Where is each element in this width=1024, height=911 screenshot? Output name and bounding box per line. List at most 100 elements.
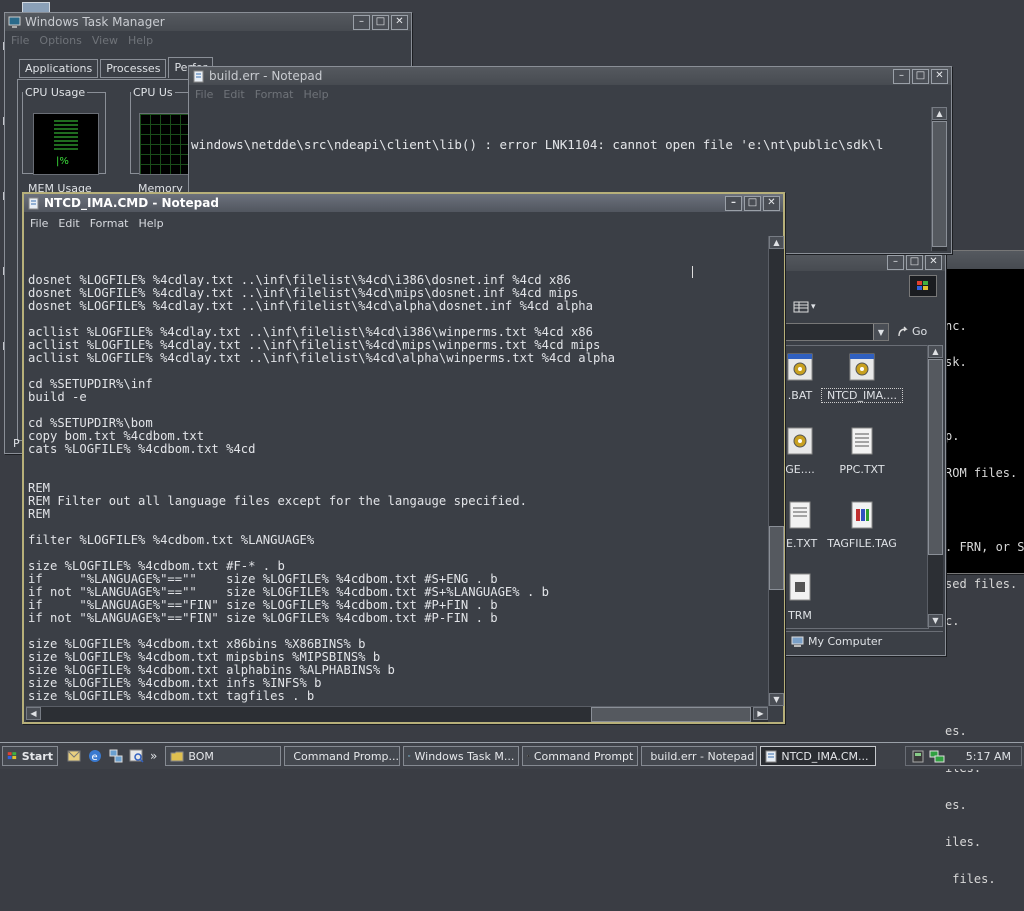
file-item[interactable]: NTCD_IMA....: [822, 352, 902, 402]
menu-options[interactable]: Options: [39, 34, 81, 47]
taskbar-button-label: build.err - Notepad: [650, 750, 754, 763]
cmd-line: [945, 504, 1024, 516]
scroll-up-button[interactable]: ▲: [932, 107, 947, 120]
explorer-statusbar: My Computer: [785, 631, 943, 651]
file-item[interactable]: TRM: [785, 572, 840, 622]
text-line: [28, 469, 764, 482]
maximize-button[interactable]: □: [906, 255, 923, 270]
menu-help[interactable]: Help: [139, 217, 164, 230]
file-name: PPC.TXT: [822, 463, 902, 476]
menu-format[interactable]: Format: [255, 88, 294, 101]
text-doc-icon: [848, 426, 876, 456]
quick-launch-more-icon[interactable]: »: [150, 749, 157, 763]
file-item[interactable]: TAGFILE.TAG: [822, 500, 902, 550]
doc-icon: [786, 572, 814, 602]
cpu-usage-label: CPU Usage: [23, 86, 87, 99]
taskbar-button-ntcd[interactable]: NTCD_IMA.CM...: [760, 746, 876, 766]
views-dropdown-arrow: ▾: [811, 302, 816, 312]
explorer-window[interactable]: – □ ✕ ▾ ▼ Go .BAT NTCD_IMA.... GE.... PP…: [784, 252, 946, 656]
text-line: if not "%LANGUAGE%"=="FIN" size %LOGFILE…: [28, 612, 764, 625]
start-button[interactable]: Start: [2, 746, 58, 766]
scroll-thumb[interactable]: [591, 707, 751, 722]
taskbar-button-command-prompt-2[interactable]: C: Command Prompt: [522, 746, 638, 766]
maximize-button[interactable]: □: [912, 69, 929, 84]
close-button[interactable]: ✕: [931, 69, 948, 84]
cmd-line: es.: [945, 799, 1024, 811]
scroll-thumb[interactable]: [932, 121, 947, 247]
ntcd-menubar: File Edit Format Help: [24, 212, 783, 234]
quick-launch: e »: [66, 748, 157, 764]
maximize-button[interactable]: □: [744, 196, 761, 211]
build-err-titlebar[interactable]: build.err - Notepad – □ ✕: [189, 67, 951, 85]
go-label: Go: [912, 325, 927, 338]
address-dropdown-button[interactable]: ▼: [873, 324, 888, 340]
menu-edit[interactable]: Edit: [58, 217, 79, 230]
cmd-line: sk.: [945, 356, 1024, 368]
menu-format[interactable]: Format: [90, 217, 129, 230]
ntcd-titlebar[interactable]: NTCD_IMA.CMD - Notepad – □ ✕: [24, 194, 783, 212]
taskbar-button-build-err[interactable]: build.err - Notepad: [641, 746, 757, 766]
taskbar-button-bom[interactable]: BOM: [165, 746, 281, 766]
scroll-down-button[interactable]: ▼: [928, 614, 943, 627]
menu-help[interactable]: Help: [304, 88, 329, 101]
build-err-vertical-scrollbar[interactable]: ▲: [931, 107, 947, 251]
ntcd-vertical-scrollbar[interactable]: ▲ ▼: [768, 236, 784, 706]
notepad-icon: [765, 750, 777, 763]
menu-help[interactable]: Help: [128, 34, 153, 47]
my-computer-icon: [791, 636, 804, 648]
text-line: dosnet %LOGFILE% %4cdlay.txt ..\inf\file…: [28, 300, 764, 313]
menu-file[interactable]: File: [195, 88, 213, 101]
internet-explorer-icon[interactable]: e: [87, 748, 103, 764]
minimize-button[interactable]: –: [893, 69, 910, 84]
cmd-line: c.: [945, 615, 1024, 627]
cmd-line: [945, 652, 1024, 664]
task-manager-titlebar[interactable]: Windows Task Manager – □ ✕: [5, 13, 411, 31]
tab-processes[interactable]: Processes: [100, 59, 166, 78]
menu-file[interactable]: File: [30, 217, 48, 230]
file-item[interactable]: PPC.TXT: [822, 426, 902, 476]
window-title: Windows Task Manager: [25, 15, 351, 29]
network-connection-icon[interactable]: [929, 750, 945, 763]
window-title: NTCD_IMA.CMD - Notepad: [44, 196, 723, 210]
command-prompt-output: nc. sk. p. ROM files. . FRN, or S sed fi…: [945, 295, 1024, 910]
minimize-button[interactable]: –: [353, 15, 370, 30]
close-button[interactable]: ✕: [391, 15, 408, 30]
close-button[interactable]: ✕: [763, 196, 780, 211]
ntcd-notepad-window[interactable]: NTCD_IMA.CMD - Notepad – □ ✕ File Edit F…: [22, 192, 785, 724]
cpu-usage-group: CPU Usage |%: [22, 86, 106, 174]
explorer-titlebar[interactable]: – □ ✕: [785, 253, 945, 271]
minimize-button[interactable]: –: [725, 196, 742, 211]
explorer-vertical-scrollbar[interactable]: ▲ ▼: [927, 345, 943, 627]
network-icon[interactable]: [108, 748, 124, 764]
tray-app-icon[interactable]: [912, 750, 924, 763]
taskbar-button-label: Command Promp...: [293, 750, 399, 763]
address-bar[interactable]: ▼: [785, 323, 889, 341]
taskbar-button-command-prompt-1[interactable]: C: Command Promp...: [284, 746, 400, 766]
menu-edit[interactable]: Edit: [223, 88, 244, 101]
views-button[interactable]: ▾: [793, 301, 816, 313]
maximize-button[interactable]: □: [372, 15, 389, 30]
menu-view[interactable]: View: [92, 34, 118, 47]
scroll-thumb[interactable]: [928, 359, 943, 555]
scroll-up-button[interactable]: ▲: [769, 236, 784, 249]
scroll-up-button[interactable]: ▲: [928, 345, 943, 358]
scroll-thumb[interactable]: [769, 526, 784, 590]
outlook-icon[interactable]: [66, 748, 82, 764]
go-button[interactable]: Go: [897, 325, 927, 338]
clock[interactable]: 5:17 AM: [966, 750, 1011, 763]
scroll-down-button[interactable]: ▼: [769, 693, 784, 706]
scroll-left-button[interactable]: ◀: [26, 707, 41, 720]
taskbar-button-task-manager[interactable]: Windows Task M...: [403, 746, 519, 766]
menu-file[interactable]: File: [11, 34, 29, 47]
close-button[interactable]: ✕: [925, 255, 942, 270]
ntcd-text-area[interactable]: dosnet %LOGFILE% %4cdlay.txt ..\inf\file…: [28, 248, 764, 706]
scroll-right-button[interactable]: ▶: [753, 707, 768, 720]
text-line: [28, 456, 764, 469]
ntcd-horizontal-scrollbar[interactable]: ◀ ▶: [26, 706, 768, 722]
task-manager-menubar: File Options View Help: [5, 31, 411, 49]
tab-applications[interactable]: Applications: [19, 59, 98, 78]
minimize-button[interactable]: –: [887, 255, 904, 270]
text-line: cats %LOGFILE% %4cdbom.txt %4cd: [28, 443, 764, 456]
search-icon[interactable]: [129, 748, 145, 764]
cpu-history-label: CPU Us: [131, 86, 175, 99]
